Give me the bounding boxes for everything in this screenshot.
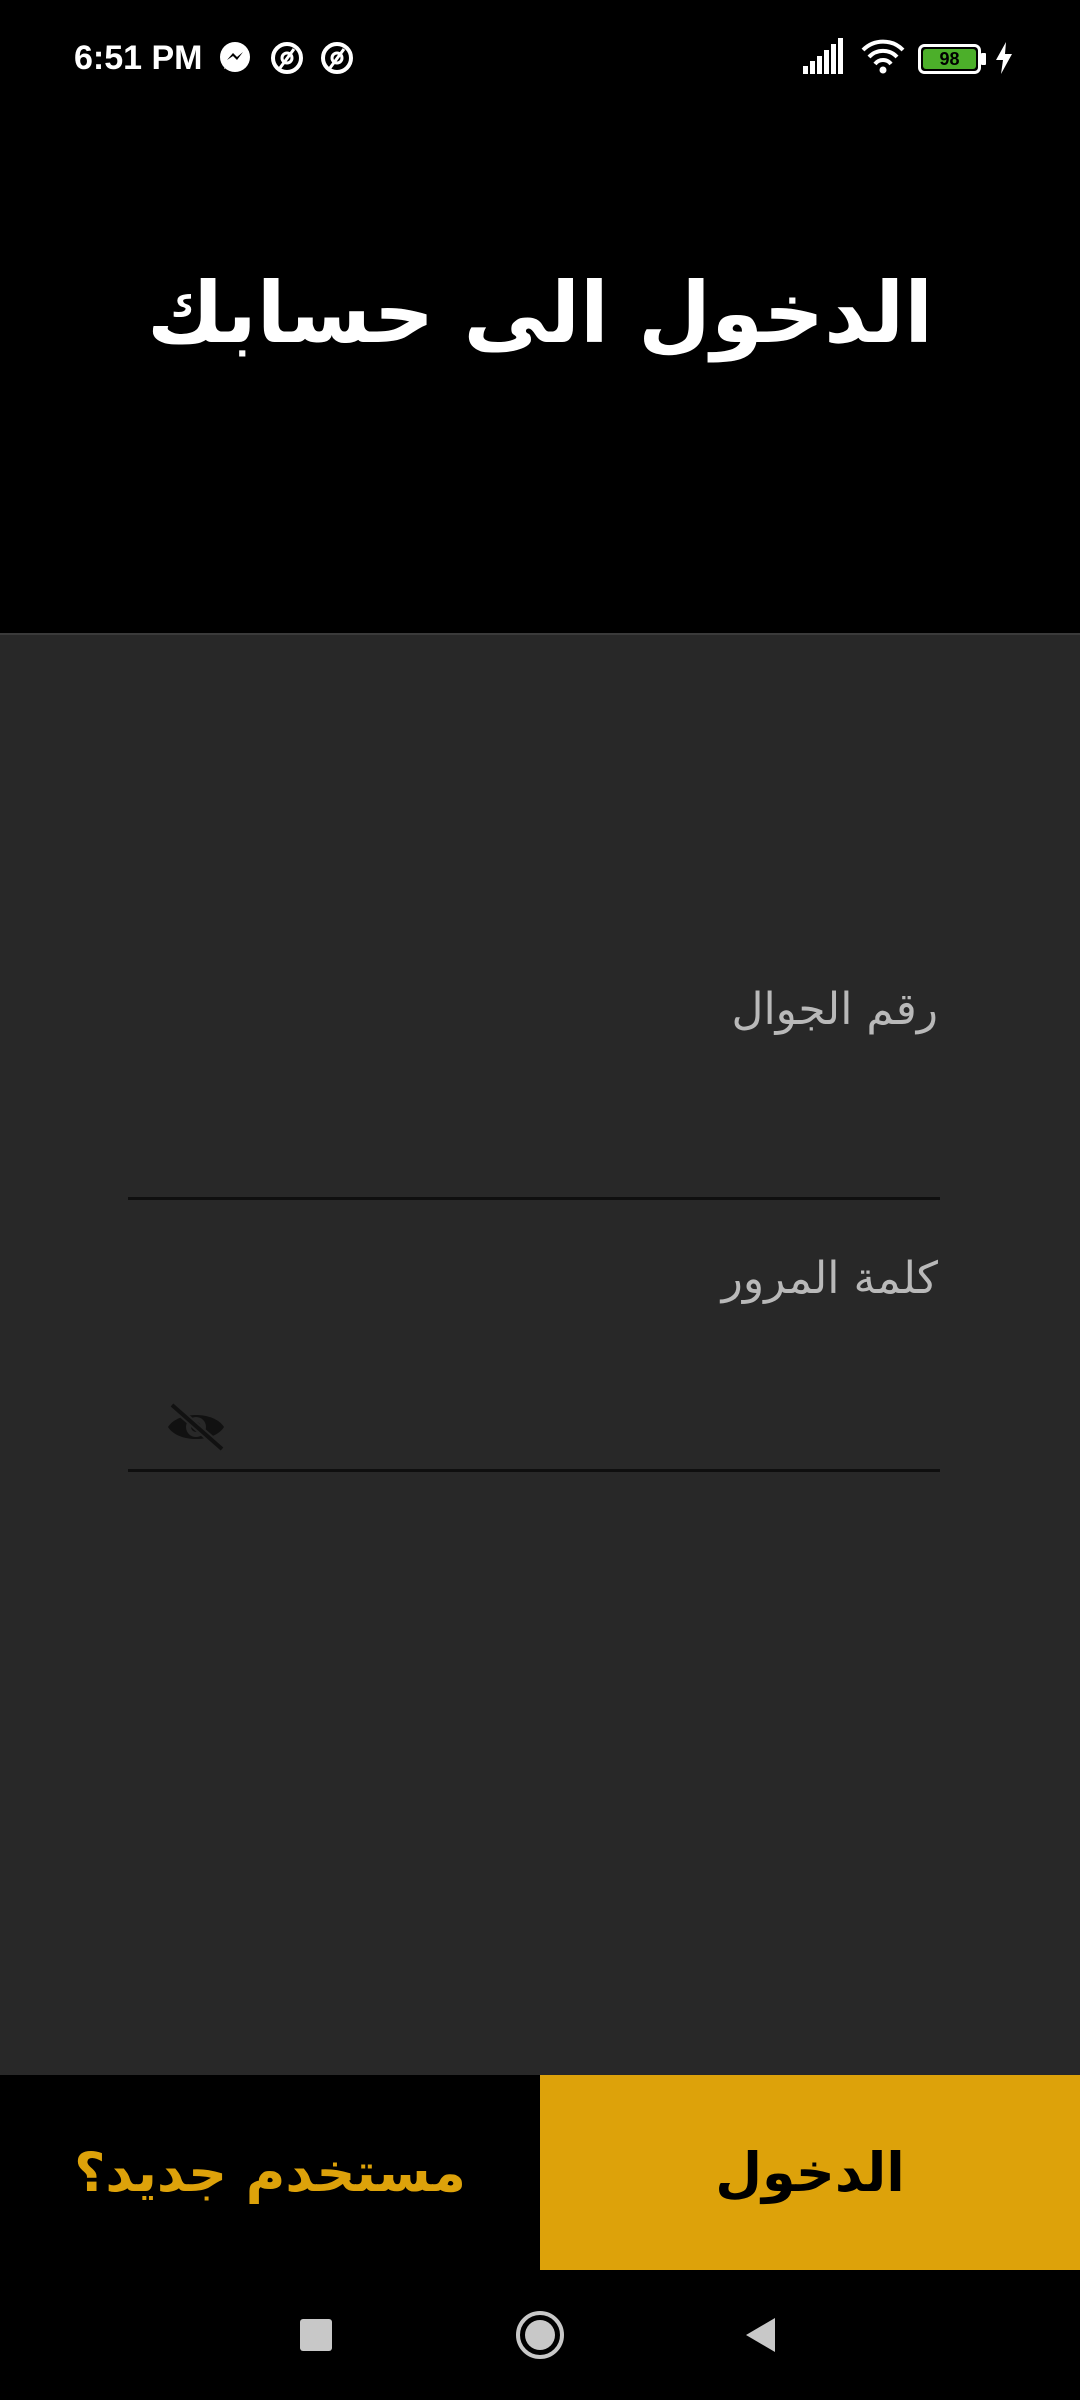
messenger-icon [218, 41, 252, 75]
phone-label: رقم الجوال [731, 984, 938, 1035]
password-underline [128, 1469, 940, 1472]
app-notification-icon [320, 41, 354, 75]
back-triangle-icon[interactable] [726, 2300, 796, 2370]
home-circle-icon[interactable] [505, 2300, 575, 2370]
password-label: كلمة المرور [721, 1253, 938, 1304]
phone-underline [128, 1197, 940, 1200]
page-title: الدخول الى حسابك [146, 264, 934, 362]
bottom-action-bar: مستخدم جديد؟ الدخول [0, 2075, 1080, 2270]
status-bar: 6:51 PM 98 [0, 0, 1080, 118]
signal-icon [803, 38, 845, 78]
system-navigation-bar [0, 2270, 1080, 2400]
header: الدخول الى حسابك [0, 118, 1080, 635]
battery-level: 98 [939, 49, 959, 69]
login-form: رقم الجوال كلمة المرور [0, 635, 1080, 2075]
recents-square-icon[interactable] [281, 2300, 351, 2370]
wifi-icon [860, 38, 906, 78]
password-input[interactable] [250, 1387, 940, 1467]
battery-icon: 98 [918, 44, 988, 78]
charging-bolt-icon [994, 42, 1014, 78]
status-time: 6:51 PM [74, 39, 203, 77]
app-notification-icon [270, 41, 304, 75]
login-screen: 6:51 PM 98 الدخول الى حسابك رقم الجوال ك… [0, 0, 1080, 2400]
new-user-button[interactable]: مستخدم جديد؟ [0, 2075, 540, 2270]
phone-input[interactable] [128, 1115, 940, 1195]
eye-off-icon[interactable] [160, 1391, 232, 1463]
login-button[interactable]: الدخول [540, 2075, 1080, 2270]
